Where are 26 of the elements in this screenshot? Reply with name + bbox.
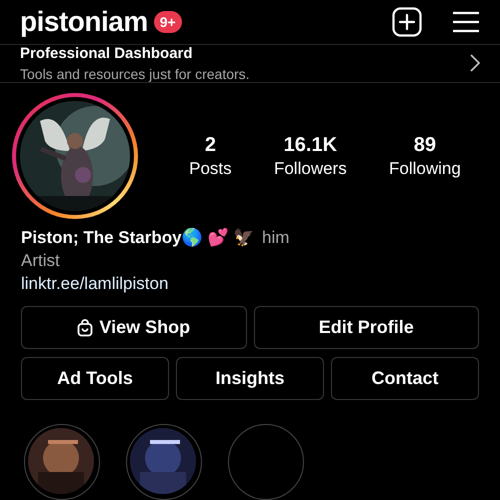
profile-button[interactable]: Insights [176,357,324,400]
stat-value: 16.1K [284,134,338,156]
highlight-circle[interactable] [126,424,202,500]
stat-label: Posts [189,158,232,178]
shopping-bag-icon [77,318,94,336]
username: pistoniam [20,6,148,38]
stat-label: Following [389,158,461,178]
profile-button[interactable]: Ad Tools [21,357,169,400]
highlight-circle[interactable] [24,424,100,500]
profile-button[interactable]: View Shop [21,306,246,349]
pronouns: him [262,228,290,248]
display-name: Piston; The Starboy🌎 💕 🦅 [21,227,254,248]
dashboard-row[interactable]: Professional Dashboard Tools and resources just for creators. [0,44,500,83]
profile-button[interactable]: Contact [331,357,479,400]
dashboard-title: Professional Dashboard [20,44,194,62]
category-label: Artist [21,251,61,271]
profile-button[interactable]: Edit Profile [254,306,479,349]
menu-icon[interactable] [452,10,480,33]
chevron-right-icon [470,54,480,72]
add-icon[interactable] [392,6,422,37]
stat-value: 89 [414,134,436,156]
dashboard-subtitle: Tools and resources just for creators. [20,66,251,82]
notification-badge: 9+ [154,10,182,33]
bio-link[interactable]: linktr.ee/lamlilpiston [21,274,168,294]
stat-value: 2 [204,134,216,156]
stat-label: Followers [274,158,347,178]
